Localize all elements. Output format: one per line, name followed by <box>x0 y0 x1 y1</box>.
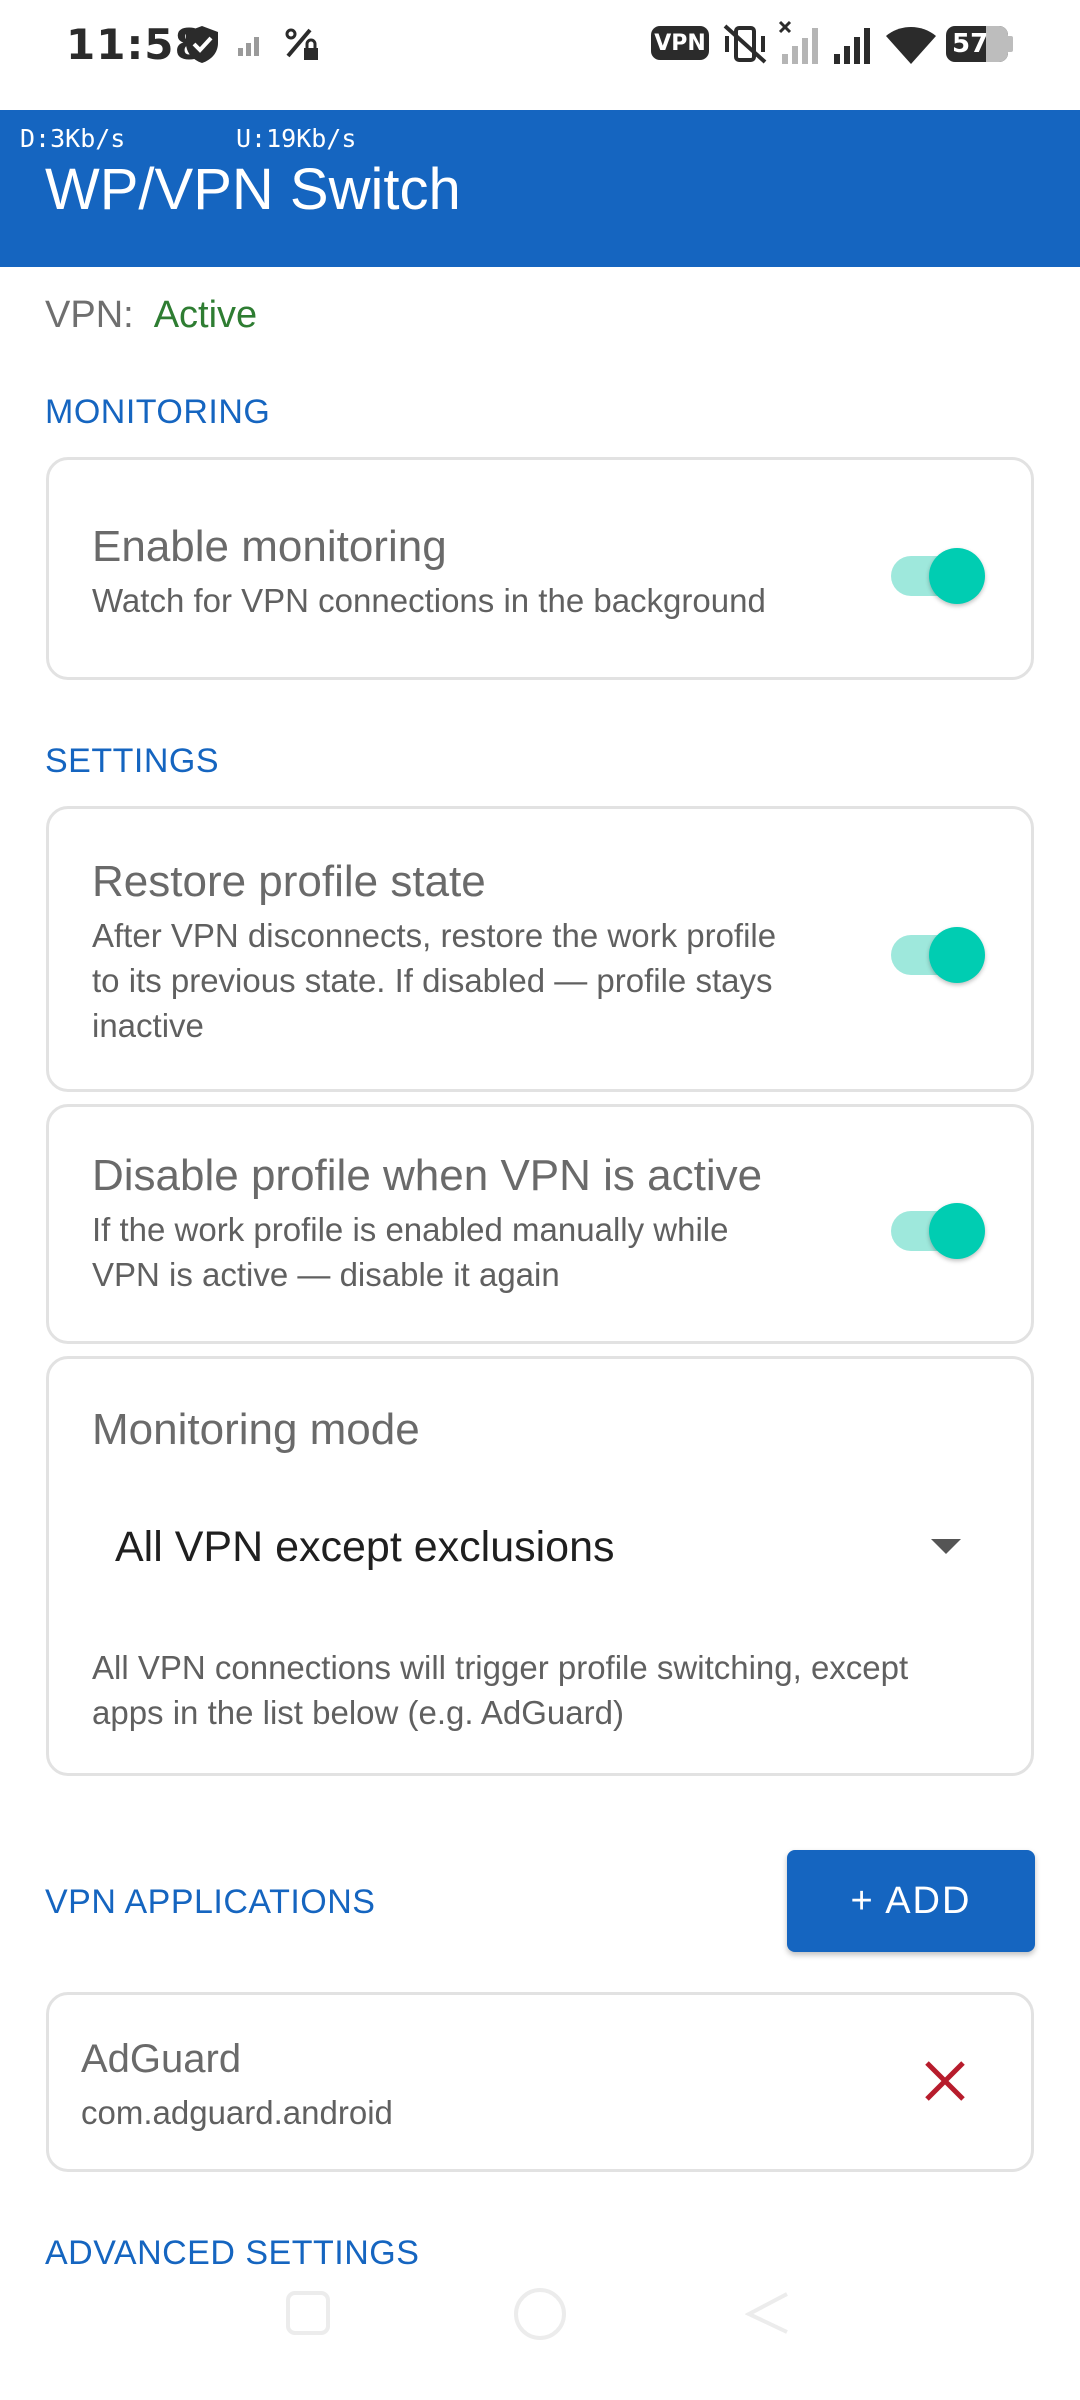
status-bar: 11:58 VPN 57 <box>0 0 1080 110</box>
enable-monitoring-title: Enable monitoring <box>92 522 447 571</box>
disable-profile-description: If the work profile is enabled manually … <box>92 1211 729 1293</box>
restore-profile-toggle[interactable] <box>891 923 985 983</box>
vpn-badge-icon: VPN <box>651 26 709 60</box>
section-header-advanced-settings: ADVANCED SETTINGS <box>45 2234 420 2272</box>
wifi-icon <box>886 27 936 64</box>
upload-speed: U:19Kb/s <box>236 124 357 153</box>
remove-app-icon[interactable] <box>923 2059 967 2103</box>
section-header-settings: SETTINGS <box>45 742 220 780</box>
monitoring-mode-card: Monitoring mode All VPN except exclusion… <box>46 1356 1034 1776</box>
data-saver-icon <box>285 28 318 60</box>
vpn-app-item: AdGuard com.adguard.android <box>46 1992 1034 2172</box>
vpn-status-value: Active <box>153 294 258 336</box>
restore-profile-card[interactable]: Restore profile state After VPN disconne… <box>46 806 1034 1092</box>
navigation-bar <box>0 2270 1080 2400</box>
download-speed: D:3Kb/s <box>20 124 126 153</box>
app-bar: D:3Kb/s U:19Kb/s WP/VPN Switch <box>0 110 1080 267</box>
back-icon[interactable] <box>745 2290 791 2336</box>
enable-monitoring-description: Watch for VPN connections in the backgro… <box>92 582 766 619</box>
monitoring-mode-description: All VPN connections will trigger profile… <box>92 1649 909 1731</box>
monitoring-mode-title: Monitoring mode <box>92 1405 420 1454</box>
section-header-vpn-applications: VPN APPLICATIONS <box>45 1883 376 1921</box>
signal-icon <box>834 28 870 64</box>
dropdown-arrow-icon <box>931 1539 961 1554</box>
recents-icon[interactable] <box>285 2290 331 2336</box>
home-icon[interactable] <box>512 2286 568 2342</box>
disable-profile-toggle[interactable] <box>891 1199 985 1259</box>
section-header-monitoring: MONITORING <box>45 393 271 431</box>
battery-icon: 57 <box>946 26 1008 62</box>
signal-small-icon <box>238 37 259 56</box>
disable-profile-title: Disable profile when VPN is active <box>92 1151 763 1200</box>
shield-check-icon <box>186 26 218 63</box>
monitoring-mode-selected: All VPN except exclusions <box>115 1523 615 1571</box>
app-title: WP/VPN Switch <box>45 157 461 222</box>
no-signal-icon <box>778 20 818 64</box>
vpn-status-label: VPN: <box>45 294 134 336</box>
vpn-status: VPN: Active <box>45 294 257 337</box>
vibrate-off-icon <box>723 24 767 64</box>
vpn-app-name: AdGuard <box>81 2037 242 2081</box>
disable-profile-card[interactable]: Disable profile when VPN is active If th… <box>46 1104 1034 1344</box>
vpn-app-package: com.adguard.android <box>81 2094 393 2131</box>
add-app-button[interactable]: + ADD <box>787 1850 1035 1952</box>
restore-profile-title: Restore profile state <box>92 857 486 906</box>
restore-profile-description: After VPN disconnects, restore the work … <box>92 917 777 1044</box>
enable-monitoring-toggle[interactable] <box>891 544 985 604</box>
monitoring-mode-dropdown[interactable]: All VPN except exclusions <box>69 1499 999 1589</box>
enable-monitoring-card[interactable]: Enable monitoring Watch for VPN connecti… <box>46 457 1034 680</box>
